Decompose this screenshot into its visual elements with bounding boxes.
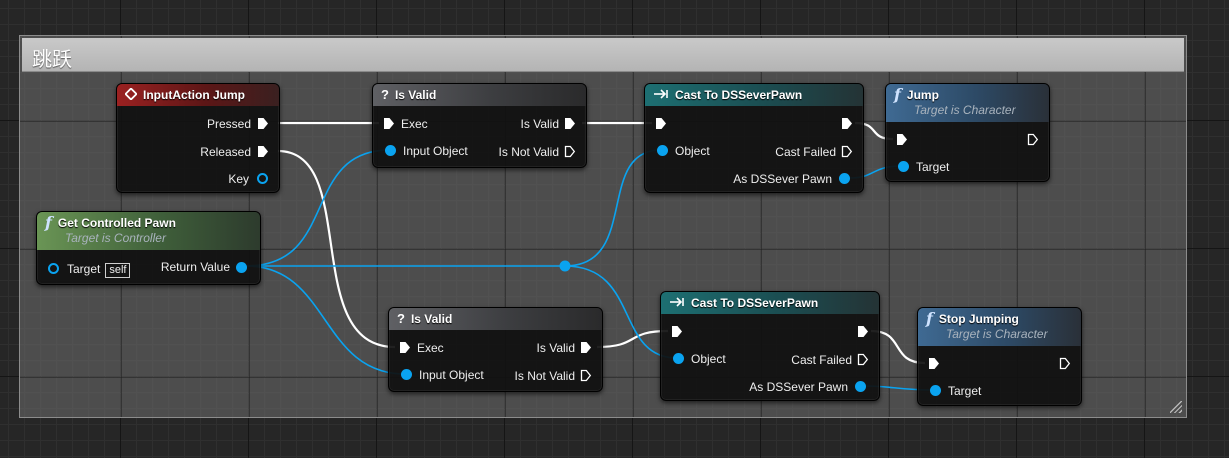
- node-header[interactable]: ? Is Valid: [373, 84, 586, 106]
- exec-pin-in[interactable]: [671, 325, 683, 338]
- exec-pin-is-not-valid[interactable]: [564, 145, 576, 158]
- input-action-jump-node[interactable]: InputAction Jump Pressed Released Key: [116, 83, 280, 193]
- as-pawn-pin[interactable]: [855, 381, 866, 392]
- pin-label-cast-failed: Cast Failed: [791, 353, 852, 367]
- node-title: Is Valid: [410, 312, 453, 326]
- function-f-icon: f: [45, 213, 52, 232]
- target-pin-row: Target self: [67, 262, 131, 278]
- target-pin[interactable]: [898, 161, 909, 172]
- node-header[interactable]: Cast To DSSeverPawn: [661, 292, 879, 314]
- comment-title: 跳跃: [32, 47, 72, 71]
- exec-pin-is-valid[interactable]: [564, 117, 576, 130]
- self-default-value[interactable]: self: [105, 263, 131, 278]
- event-diamond-icon: [124, 87, 138, 103]
- node-header[interactable]: f Jump Target is Character: [886, 84, 1049, 122]
- cast-arrow-icon: [669, 295, 685, 311]
- node-header[interactable]: f Stop Jumping Target is Character: [918, 308, 1081, 346]
- input-object-pin[interactable]: [385, 145, 396, 156]
- node-title: Cast To DSSeverPawn: [691, 296, 819, 310]
- exec-pin-pressed[interactable]: [257, 117, 269, 130]
- pin-label-is-not-valid: Is Not Valid: [498, 145, 559, 159]
- cast-to-dsseverpawn-node-1[interactable]: Cast To DSSeverPawn Object Cast Failed A…: [644, 83, 864, 193]
- pin-label-exec: Exec: [401, 117, 428, 131]
- pin-label-is-valid: Is Valid: [536, 341, 575, 355]
- stop-jumping-node[interactable]: f Stop Jumping Target is Character Target: [917, 307, 1082, 406]
- function-f-icon: f: [894, 85, 901, 104]
- pin-label-object: Object: [675, 144, 710, 158]
- object-pin[interactable]: [673, 353, 684, 364]
- pin-label-return-value: Return Value: [160, 260, 230, 274]
- exec-pin-released[interactable]: [257, 145, 269, 158]
- function-f-icon: f: [926, 309, 933, 328]
- pin-label-target: Target: [67, 262, 101, 276]
- return-value-pin[interactable]: [236, 262, 247, 273]
- pin-label-target: Target: [948, 384, 982, 398]
- as-pawn-pin[interactable]: [839, 173, 850, 184]
- pin-label-pressed: Pressed: [206, 117, 251, 131]
- node-title: Cast To DSSeverPawn: [675, 88, 803, 102]
- pin-label-target: Target: [916, 160, 950, 174]
- is-valid-node-2[interactable]: ? Is Valid Exec Input Object Is Valid Is …: [388, 307, 603, 392]
- pin-label-input-object: Input Object: [403, 144, 468, 158]
- exec-pin-in[interactable]: [928, 357, 940, 370]
- pin-label-cast-failed: Cast Failed: [775, 145, 836, 159]
- pin-label-as-pawn: As DSSever Pawn: [749, 380, 848, 394]
- node-header[interactable]: ? Is Valid: [389, 308, 602, 330]
- exec-pin-cast-failed[interactable]: [841, 145, 853, 158]
- node-header[interactable]: InputAction Jump: [117, 84, 279, 106]
- exec-pin-in[interactable]: [655, 117, 667, 130]
- exec-pin-is-not-valid[interactable]: [580, 369, 592, 382]
- question-mark-icon: ?: [397, 311, 405, 326]
- question-mark-icon: ?: [381, 87, 389, 102]
- pin-label-exec: Exec: [417, 341, 444, 355]
- exec-pin-in[interactable]: [399, 341, 411, 354]
- node-title: Jump: [906, 88, 939, 102]
- target-pin[interactable]: [930, 385, 941, 396]
- node-title: Stop Jumping: [938, 312, 1019, 326]
- pin-label-input-object: Input Object: [419, 368, 484, 382]
- cast-to-dsseverpawn-node-2[interactable]: Cast To DSSeverPawn Object Cast Failed A…: [660, 291, 880, 401]
- resize-grip-icon[interactable]: [1170, 401, 1182, 413]
- node-title: Is Valid: [394, 88, 437, 102]
- exec-pin-is-valid[interactable]: [580, 341, 592, 354]
- node-title: Get Controlled Pawn: [57, 216, 176, 230]
- pin-label-key: Key: [228, 172, 249, 186]
- key-pin[interactable]: [257, 173, 268, 184]
- pin-label-is-valid: Is Valid: [520, 117, 559, 131]
- object-pin[interactable]: [657, 145, 668, 156]
- pin-label-as-pawn: As DSSever Pawn: [733, 172, 832, 186]
- exec-pin-in[interactable]: [383, 117, 395, 130]
- exec-pin-in[interactable]: [896, 133, 908, 146]
- input-object-pin[interactable]: [401, 369, 412, 380]
- pin-label-released: Released: [200, 145, 251, 159]
- exec-pin-out[interactable]: [1027, 133, 1039, 146]
- node-subtitle: Target is Character: [946, 327, 1048, 341]
- pin-label-is-not-valid: Is Not Valid: [514, 369, 575, 383]
- node-header[interactable]: Cast To DSSeverPawn: [645, 84, 863, 106]
- get-controlled-pawn-node[interactable]: f Get Controlled Pawn Target is Controlle…: [36, 211, 261, 285]
- exec-pin-out[interactable]: [841, 117, 853, 130]
- exec-pin-out[interactable]: [1059, 357, 1071, 370]
- comment-header[interactable]: 跳跃: [22, 38, 1184, 72]
- cast-arrow-icon: [653, 87, 669, 103]
- exec-pin-cast-failed[interactable]: [857, 353, 869, 366]
- node-subtitle: Target is Controller: [65, 231, 166, 245]
- node-header[interactable]: f Get Controlled Pawn Target is Controlle…: [37, 212, 260, 250]
- node-subtitle: Target is Character: [914, 103, 1016, 117]
- jump-node[interactable]: f Jump Target is Character Target: [885, 83, 1050, 182]
- target-pin[interactable]: [48, 263, 59, 274]
- node-title: InputAction Jump: [143, 88, 245, 102]
- pin-label-object: Object: [691, 352, 726, 366]
- is-valid-node-1[interactable]: ? Is Valid Exec Input Object Is Valid Is …: [372, 83, 587, 168]
- exec-pin-out[interactable]: [857, 325, 869, 338]
